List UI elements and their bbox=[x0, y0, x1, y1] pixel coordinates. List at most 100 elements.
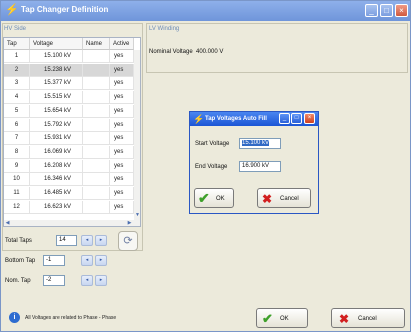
cell-name[interactable] bbox=[83, 63, 110, 77]
cell-voltage[interactable]: 15.931 kV bbox=[30, 132, 83, 146]
bottom-tap-increase-button[interactable]: ▸ bbox=[95, 255, 107, 266]
dialog-close-button[interactable]: × bbox=[304, 113, 315, 124]
start-voltage-input[interactable]: 15.100 kV bbox=[239, 138, 281, 149]
cell-active[interactable]: yes bbox=[110, 145, 134, 159]
nom-tap-decrease-button[interactable]: ◂ bbox=[81, 275, 93, 286]
minimize-button[interactable]: _ bbox=[365, 4, 378, 17]
scroll-left-arrow-icon[interactable]: ◀ bbox=[4, 220, 11, 226]
cell-active[interactable]: yes bbox=[110, 200, 134, 214]
table-row[interactable]: 7 15.931 kV yes bbox=[4, 132, 140, 146]
column-header-voltage[interactable]: Voltage bbox=[30, 38, 83, 50]
cell-active[interactable]: yes bbox=[110, 159, 134, 173]
dialog-minimize-button[interactable]: _ bbox=[279, 113, 290, 124]
ok-button-label: OK bbox=[280, 316, 289, 322]
cell-active[interactable]: yes bbox=[110, 63, 134, 77]
cell-active[interactable]: yes bbox=[110, 77, 134, 91]
dialog-title-bar[interactable]: ⚡ Tap Voltages Auto Fill _ □ × bbox=[190, 112, 318, 126]
cell-voltage[interactable]: 15.377 kV bbox=[30, 77, 83, 91]
total-taps-input[interactable]: 14 bbox=[56, 235, 77, 246]
tap-voltage-table[interactable]: Tap Voltage Name Active 1 15.100 kV yes 2 15… bbox=[3, 37, 141, 227]
window-title-bar[interactable]: ⚡ Tap Changer Definition _ □ × bbox=[1, 1, 410, 21]
cell-name[interactable] bbox=[83, 173, 110, 187]
cell-name[interactable] bbox=[83, 104, 110, 118]
cell-active[interactable]: yes bbox=[110, 118, 134, 132]
table-row[interactable]: 5 15.654 kV yes bbox=[4, 104, 140, 118]
table-row[interactable]: 2 15.238 kV yes bbox=[4, 63, 140, 77]
table-row[interactable]: 11 16.485 kV yes bbox=[4, 187, 140, 200]
scroll-down-arrow-icon[interactable]: ▼ bbox=[134, 212, 140, 219]
dialog-maximize-button[interactable]: □ bbox=[291, 113, 302, 124]
table-row[interactable]: 4 15.515 kV yes bbox=[4, 91, 140, 105]
scroll-right-arrow-icon[interactable]: ▶ bbox=[126, 220, 133, 226]
cell-tap[interactable]: 8 bbox=[4, 145, 30, 159]
table-row[interactable]: 10 16.346 kV yes bbox=[4, 173, 140, 187]
close-button[interactable]: × bbox=[395, 4, 408, 17]
cell-name[interactable] bbox=[83, 132, 110, 146]
cell-tap[interactable]: 6 bbox=[4, 118, 30, 132]
cell-tap[interactable]: 1 bbox=[4, 50, 30, 63]
cell-voltage[interactable]: 16.346 kV bbox=[30, 173, 83, 187]
cell-tap[interactable]: 10 bbox=[4, 173, 30, 187]
start-voltage-label: Start Voltage bbox=[195, 141, 230, 147]
cell-voltage[interactable]: 16.623 kV bbox=[30, 200, 83, 214]
cell-voltage[interactable]: 15.515 kV bbox=[30, 91, 83, 105]
maximize-button[interactable]: □ bbox=[380, 4, 393, 17]
cell-tap[interactable]: 11 bbox=[4, 187, 30, 200]
cell-voltage[interactable]: 15.238 kV bbox=[30, 63, 83, 77]
total-taps-increase-button[interactable]: ▸ bbox=[95, 235, 107, 246]
cell-active[interactable]: yes bbox=[110, 187, 134, 200]
bottom-tap-decrease-button[interactable]: ◂ bbox=[81, 255, 93, 266]
cancel-button-label: Cancel bbox=[358, 316, 377, 322]
cell-name[interactable] bbox=[83, 50, 110, 63]
cell-tap[interactable]: 2 bbox=[4, 63, 30, 77]
dialog-cancel-button[interactable]: ✖ Cancel bbox=[257, 188, 311, 208]
table-row[interactable]: 8 16.069 kV yes bbox=[4, 145, 140, 159]
cell-voltage[interactable]: 15.654 kV bbox=[30, 104, 83, 118]
column-header-tap[interactable]: Tap bbox=[4, 38, 30, 50]
cell-active[interactable]: yes bbox=[110, 132, 134, 146]
cell-tap[interactable]: 4 bbox=[4, 91, 30, 105]
column-header-active[interactable]: Active bbox=[110, 38, 134, 50]
dialog-ok-button[interactable]: ✔ OK bbox=[194, 188, 234, 208]
cell-voltage[interactable]: 16.208 kV bbox=[30, 159, 83, 173]
cell-name[interactable] bbox=[83, 77, 110, 91]
cell-tap[interactable]: 5 bbox=[4, 104, 30, 118]
check-icon: ✔ bbox=[262, 311, 273, 326]
nominal-voltage-value: 400.000 V bbox=[196, 49, 224, 55]
table-row[interactable]: 1 15.100 kV yes bbox=[4, 50, 140, 63]
nom-tap-increase-button[interactable]: ▸ bbox=[95, 275, 107, 286]
ok-button[interactable]: ✔ OK bbox=[256, 308, 308, 328]
vertical-scrollbar[interactable]: ▼ bbox=[134, 50, 140, 220]
bottom-tap-input[interactable]: -1 bbox=[43, 255, 65, 266]
cell-active[interactable]: yes bbox=[110, 50, 134, 63]
cell-name[interactable] bbox=[83, 145, 110, 159]
column-header-name[interactable]: Name bbox=[83, 38, 110, 50]
tap-changer-window: ⚡ Tap Changer Definition _ □ × HV Side L… bbox=[0, 0, 411, 332]
cell-name[interactable] bbox=[83, 200, 110, 214]
cell-name[interactable] bbox=[83, 118, 110, 132]
cell-name[interactable] bbox=[83, 91, 110, 105]
recalculate-icon[interactable]: ⟳ bbox=[118, 231, 138, 251]
total-taps-decrease-button[interactable]: ◂ bbox=[81, 235, 93, 246]
table-row[interactable]: 3 15.377 kV yes bbox=[4, 77, 140, 91]
cell-voltage[interactable]: 15.792 kV bbox=[30, 118, 83, 132]
cell-tap[interactable]: 9 bbox=[4, 159, 30, 173]
cell-tap[interactable]: 7 bbox=[4, 132, 30, 146]
cell-name[interactable] bbox=[83, 187, 110, 200]
cell-active[interactable]: yes bbox=[110, 104, 134, 118]
table-row[interactable]: 6 15.792 kV yes bbox=[4, 118, 140, 132]
end-voltage-input[interactable]: 16.900 kV bbox=[239, 161, 281, 172]
table-row[interactable]: 9 16.208 kV yes bbox=[4, 159, 140, 173]
cell-active[interactable]: yes bbox=[110, 173, 134, 187]
cell-voltage[interactable]: 16.485 kV bbox=[30, 187, 83, 200]
cell-voltage[interactable]: 16.069 kV bbox=[30, 145, 83, 159]
table-row[interactable]: 12 16.623 kV yes bbox=[4, 200, 140, 214]
cell-tap[interactable]: 3 bbox=[4, 77, 30, 91]
cell-tap[interactable]: 12 bbox=[4, 200, 30, 214]
cell-active[interactable]: yes bbox=[110, 91, 134, 105]
nom-tap-input[interactable]: -2 bbox=[43, 275, 65, 286]
cancel-button[interactable]: ✖ Cancel bbox=[331, 308, 405, 328]
horizontal-scrollbar[interactable]: ◀ ▶ bbox=[4, 220, 140, 226]
cell-name[interactable] bbox=[83, 159, 110, 173]
cell-voltage[interactable]: 15.100 kV bbox=[30, 50, 83, 63]
